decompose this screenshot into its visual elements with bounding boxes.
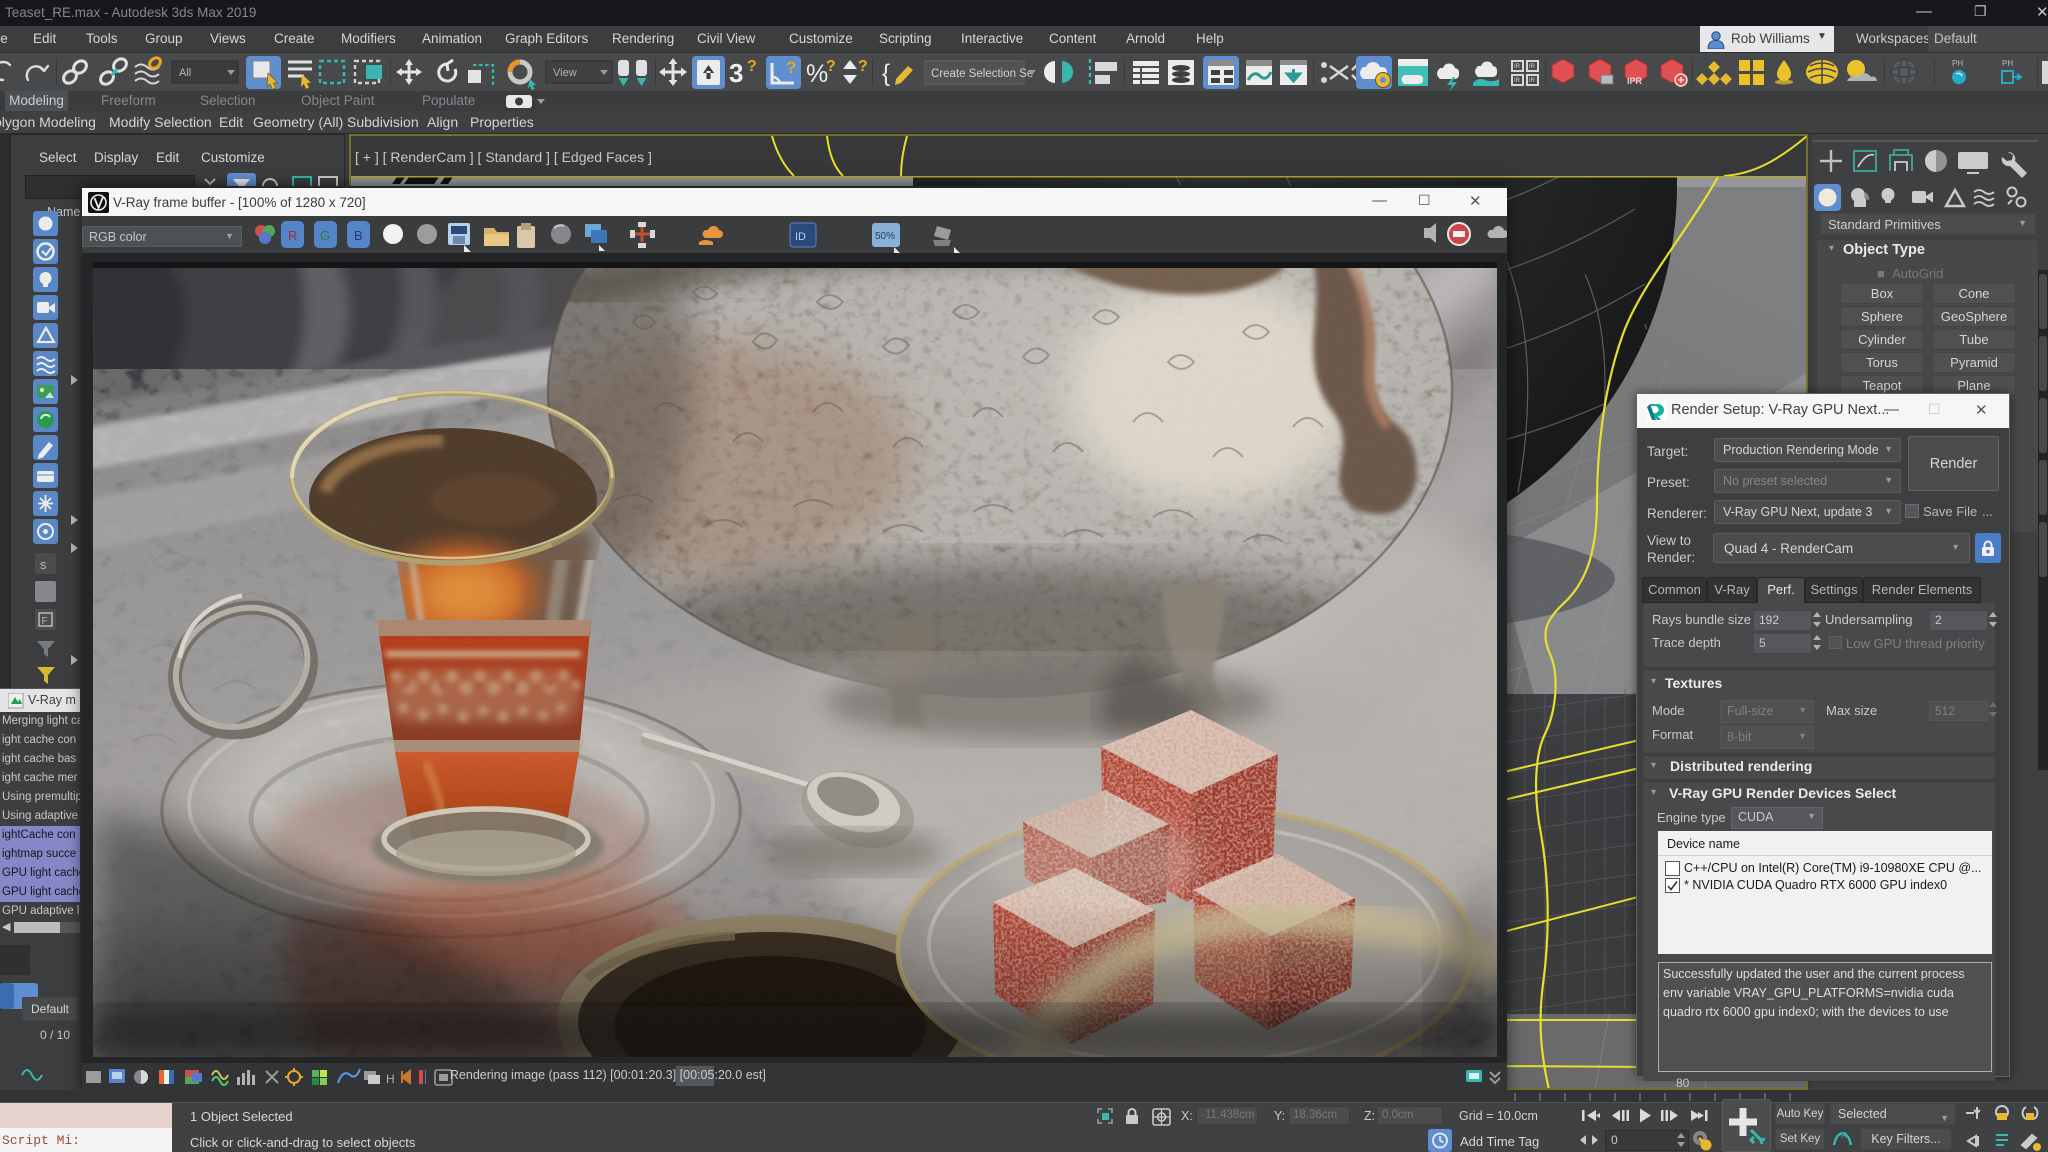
svg-text:PH: PH (1952, 59, 1963, 68)
svg-text:R: R (288, 228, 297, 243)
svg-text:IR: IR (1529, 78, 1536, 84)
svg-text:H: H (386, 1072, 395, 1086)
svg-text:50%: 50% (875, 231, 895, 242)
svg-text:B: B (354, 228, 363, 243)
svg-text:R: R (1841, 1131, 1847, 1140)
svg-text:G: G (320, 228, 330, 243)
svg-text:IR: IR (1514, 64, 1521, 70)
svg-text:F: F (42, 616, 48, 627)
svg-text:s: s (40, 557, 47, 572)
svg-text:ID: ID (795, 231, 806, 243)
svg-text:IR: IR (1529, 64, 1536, 70)
svg-text:IPR: IPR (1627, 76, 1643, 86)
svg-text:PH: PH (2002, 59, 2013, 68)
svg-text:IR: IR (1514, 78, 1521, 84)
svg-text:[ + ] [ RenderCam ] [ Standard: [ + ] [ RenderCam ] [ Standard ] [ Edged… (355, 149, 652, 165)
